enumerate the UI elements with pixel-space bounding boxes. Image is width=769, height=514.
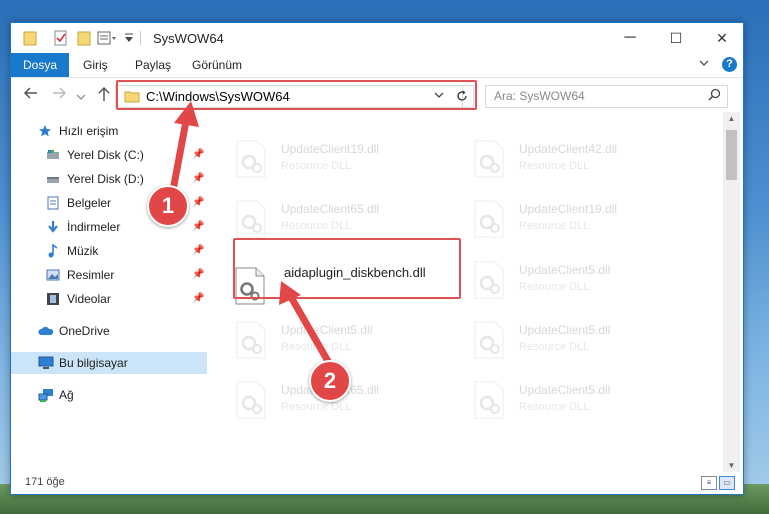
arrow-2-shaft: [287, 293, 333, 367]
arrow-1-head: [174, 101, 199, 127]
annotation-arrows: [167, 101, 333, 367]
callout-step-1: 1: [147, 185, 189, 227]
file-explorer-window: SysWOW64 ─ ☐ ✕ Dosya Giriş Paylaş Görünü…: [10, 22, 744, 495]
callout-step-2: 2: [309, 360, 351, 402]
